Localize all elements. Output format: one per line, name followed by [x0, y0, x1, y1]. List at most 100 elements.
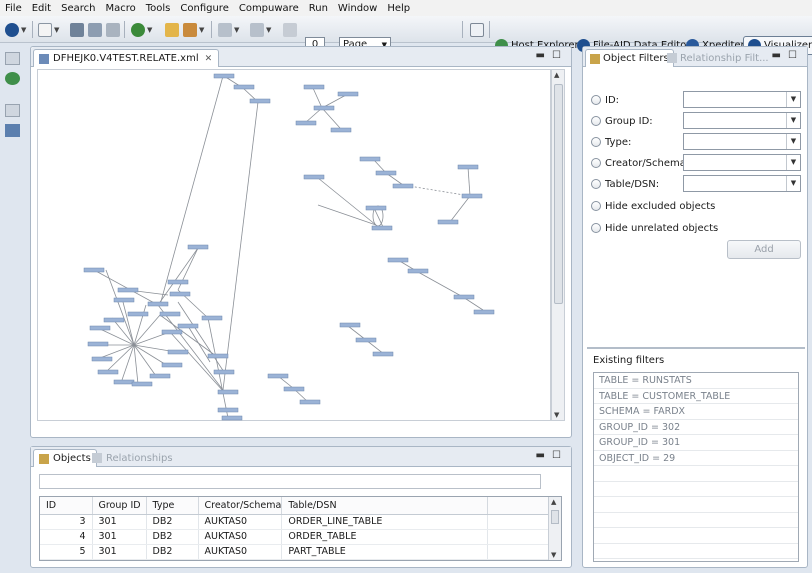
maximize-icon[interactable]: ☐	[788, 50, 797, 61]
host-view-icon[interactable]	[5, 72, 20, 85]
save-all-icon	[88, 22, 102, 37]
column-header-id[interactable]: ID	[40, 497, 93, 515]
toolbar-separator	[32, 21, 33, 38]
chevron-down-icon[interactable]: ▼	[786, 92, 800, 107]
restore-view-icon[interactable]	[5, 104, 20, 117]
tab-object-filters[interactable]: Object Filters	[585, 49, 674, 67]
scroll-up-icon[interactable]: ▲	[554, 71, 559, 79]
menu-compuware[interactable]: Compuware	[234, 3, 304, 14]
hide-excluded-radio[interactable]: Hide excluded objects	[591, 198, 715, 214]
filters-view-tabs: Object Filters Relationship Filt... ▬ ☐	[583, 47, 807, 67]
run-button[interactable]: ▼	[131, 21, 152, 38]
minimize-icon[interactable]: ▬	[536, 50, 545, 61]
open-perspective-button[interactable]	[470, 21, 484, 38]
column-header-table-dsn[interactable]: Table/DSN	[281, 497, 489, 515]
filter-group-id-combo[interactable]: ▼	[683, 112, 801, 129]
scrollbar-thumb[interactable]	[551, 510, 559, 524]
tab-relationship-filters[interactable]: Relationship Filt...	[663, 49, 773, 67]
column-header-group-id[interactable]: Group ID	[92, 497, 147, 515]
save-all-button[interactable]	[88, 21, 102, 38]
print-button[interactable]	[106, 21, 120, 38]
menu-edit[interactable]: Edit	[27, 3, 56, 14]
hide-unrelated-radio[interactable]: Hide unrelated objects	[591, 220, 718, 236]
chevron-down-icon[interactable]: ▼	[786, 134, 800, 149]
navigate-button[interactable]: ▼	[218, 21, 239, 38]
list-item[interactable]: SCHEMA = FARDX	[594, 404, 798, 420]
chevron-down-icon: ▼	[266, 25, 272, 34]
add-filter-button[interactable]: Add	[727, 240, 801, 259]
menu-tools[interactable]: Tools	[141, 3, 176, 14]
filter-id-combo[interactable]: ▼	[683, 91, 801, 108]
menu-help[interactable]: Help	[382, 3, 415, 14]
toolbar-separator	[489, 21, 490, 38]
filter-creator-schema-radio[interactable]: Creator/Schema:	[591, 155, 689, 171]
table-row[interactable]: 5 301 DB2 AUKTAS0 PART_TABLE	[40, 544, 550, 560]
scroll-up-icon[interactable]: ▲	[551, 498, 556, 506]
layout-button[interactable]: ▼	[250, 21, 271, 38]
filters-view: Object Filters Relationship Filt... ▬ ☐ …	[582, 46, 808, 568]
list-item[interactable]: TABLE = CUSTOMER_TABLE	[594, 389, 798, 404]
list-item[interactable]: GROUP_ID = 302	[594, 420, 798, 435]
close-icon[interactable]: ✕	[205, 54, 213, 64]
table-row[interactable]: 3 301 DB2 AUKTAS0 ORDER_LINE_TABLE	[40, 514, 550, 530]
tab-label: Objects	[53, 453, 91, 464]
compuware-logo-icon	[5, 22, 19, 37]
chevron-down-icon: ▼	[21, 25, 27, 34]
cell-creator-schema: AUKTAS0	[198, 529, 283, 545]
console-view-icon[interactable]	[5, 124, 20, 137]
restore-view-icon[interactable]	[5, 52, 20, 65]
filter-group-id-radio[interactable]: Group ID:	[591, 113, 653, 129]
editor-vertical-scrollbar[interactable]: ▲ ▼	[551, 69, 565, 421]
scroll-down-icon[interactable]: ▼	[551, 551, 556, 559]
edit-tool-button[interactable]: ▼	[183, 21, 204, 38]
run-icon	[131, 22, 145, 37]
filter-id-radio[interactable]: ID:	[591, 92, 619, 108]
column-header-type[interactable]: Type	[146, 497, 199, 515]
cell-filler	[487, 529, 550, 545]
back-button[interactable]	[283, 21, 297, 38]
empty-row	[594, 544, 798, 559]
menu-macro[interactable]: Macro	[100, 3, 140, 14]
save-button[interactable]	[70, 21, 84, 38]
column-header-creator-schema[interactable]: Creator/Schema	[198, 497, 283, 515]
filter-creator-schema-combo[interactable]: ▼	[683, 154, 801, 171]
chevron-down-icon[interactable]: ▼	[786, 176, 800, 191]
objects-filter-input[interactable]	[39, 474, 541, 489]
empty-row	[594, 466, 798, 482]
minimize-icon[interactable]: ▬	[772, 50, 781, 61]
maximize-icon[interactable]: ☐	[552, 450, 561, 461]
filter-table-dsn-combo[interactable]: ▼	[683, 175, 801, 192]
chevron-down-icon[interactable]: ▼	[786, 155, 800, 170]
chevron-down-icon[interactable]: ▼	[786, 113, 800, 128]
new-button[interactable]: ▼	[38, 21, 59, 38]
filter-table-dsn-radio[interactable]: Table/DSN:	[591, 176, 659, 192]
chevron-down-icon: ▼	[199, 25, 205, 34]
tab-relationships[interactable]: Relationships	[87, 449, 178, 467]
menu-window[interactable]: Window	[333, 3, 382, 14]
editor-tab[interactable]: DFHEJK0.V4TEST.RELATE.xml ✕	[33, 49, 220, 67]
menu-run[interactable]: Run	[304, 3, 333, 14]
minimize-icon[interactable]: ▬	[536, 450, 545, 461]
maximize-icon[interactable]: ☐	[552, 50, 561, 61]
list-item[interactable]: OBJECT_ID = 29	[594, 451, 798, 466]
filter-type-radio[interactable]: Type:	[591, 134, 631, 150]
menu-search[interactable]: Search	[56, 3, 100, 14]
compuware-menu-button[interactable]: ▼	[5, 21, 26, 38]
cell-type: DB2	[146, 514, 199, 530]
scroll-down-icon[interactable]: ▼	[554, 411, 559, 419]
table-row[interactable]: 4 301 DB2 AUKTAS0 ORDER_TABLE	[40, 529, 550, 545]
folder-icon	[165, 22, 179, 37]
list-item[interactable]: TABLE = RUNSTATS	[594, 373, 798, 389]
menu-file[interactable]: File	[0, 3, 27, 14]
menu-configure[interactable]: Configure	[175, 3, 233, 14]
radio-button-icon	[591, 179, 601, 189]
list-item[interactable]: GROUP_ID = 301	[594, 435, 798, 451]
filter-type-combo[interactable]: ▼	[683, 133, 801, 150]
relationship-graph-canvas[interactable]	[37, 69, 551, 421]
radio-button-icon	[591, 137, 601, 147]
table-vertical-scrollbar[interactable]: ▲ ▼	[548, 497, 561, 560]
scrollbar-thumb[interactable]	[554, 84, 563, 304]
empty-row	[594, 482, 798, 497]
open-folder-button[interactable]	[165, 21, 179, 38]
menu-bar: File Edit Search Macro Tools Configure C…	[0, 0, 812, 16]
